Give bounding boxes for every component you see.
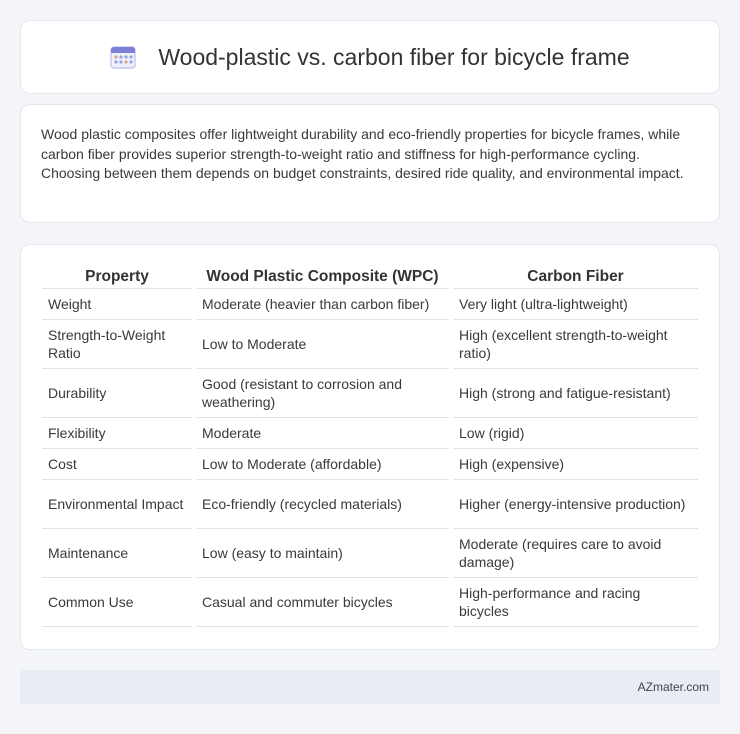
footer: AZmater.com <box>20 670 720 704</box>
cell-property: Environmental Impact <box>42 480 192 529</box>
cell-wpc: Low to Moderate (affordable) <box>196 449 449 480</box>
table-row: Common Use Casual and commuter bicycles … <box>42 578 698 627</box>
cell-property: Common Use <box>42 578 192 627</box>
title-wrap: Wood-plastic vs. carbon fiber for bicycl… <box>110 43 630 71</box>
cell-property: Maintenance <box>42 529 192 578</box>
cell-property: Cost <box>42 449 192 480</box>
cell-carbon-fiber: High (expensive) <box>453 449 698 480</box>
header-carbon-fiber: Carbon Fiber <box>453 265 698 289</box>
table-row: Strength-to-Weight Ratio Low to Moderate… <box>42 320 698 369</box>
header-property: Property <box>42 265 192 289</box>
cell-carbon-fiber: Low (rigid) <box>453 418 698 449</box>
cell-carbon-fiber: High (excellent strength-to-weight ratio… <box>453 320 698 369</box>
cell-wpc: Low to Moderate <box>196 320 449 369</box>
cell-wpc: Eco-friendly (recycled materials) <box>196 480 449 529</box>
table-row: Weight Moderate (heavier than carbon fib… <box>42 289 698 320</box>
cell-wpc: Good (resistant to corrosion and weather… <box>196 369 449 418</box>
page-title: Wood-plastic vs. carbon fiber for bicycl… <box>158 43 630 70</box>
cell-property: Flexibility <box>42 418 192 449</box>
table-row: Flexibility Moderate Low (rigid) <box>42 418 698 449</box>
table-row: Durability Good (resistant to corrosion … <box>42 369 698 418</box>
cell-carbon-fiber: High-performance and racing bicycles <box>453 578 698 627</box>
table-row: Cost Low to Moderate (affordable) High (… <box>42 449 698 480</box>
cell-wpc: Moderate (heavier than carbon fiber) <box>196 289 449 320</box>
header-wpc: Wood Plastic Composite (WPC) <box>196 265 449 289</box>
cell-wpc: Casual and commuter bicycles <box>196 578 449 627</box>
footer-site-link[interactable]: AZmater.com <box>638 680 709 694</box>
cell-property: Durability <box>42 369 192 418</box>
cell-wpc: Low (easy to maintain) <box>196 529 449 578</box>
calendar-grid-icon <box>110 46 136 69</box>
table-row: Maintenance Low (easy to maintain) Moder… <box>42 529 698 578</box>
table-row: Environmental Impact Eco-friendly (recyc… <box>42 480 698 529</box>
cell-carbon-fiber: Very light (ultra-lightweight) <box>453 289 698 320</box>
table-header-row: Property Wood Plastic Composite (WPC) Ca… <box>42 265 698 289</box>
title-card: Wood-plastic vs. carbon fiber for bicycl… <box>20 20 720 94</box>
intro-card: Wood plastic composites offer lightweigh… <box>20 104 720 223</box>
cell-carbon-fiber: High (strong and fatigue-resistant) <box>453 369 698 418</box>
cell-carbon-fiber: Higher (energy-intensive production) <box>453 480 698 529</box>
cell-property: Strength-to-Weight Ratio <box>42 320 192 369</box>
cell-wpc: Moderate <box>196 418 449 449</box>
comparison-table: Property Wood Plastic Composite (WPC) Ca… <box>38 265 702 627</box>
intro-text: Wood plastic composites offer lightweigh… <box>41 126 684 181</box>
cell-carbon-fiber: Moderate (requires care to avoid damage) <box>453 529 698 578</box>
table-card: Property Wood Plastic Composite (WPC) Ca… <box>20 244 720 650</box>
cell-property: Weight <box>42 289 192 320</box>
